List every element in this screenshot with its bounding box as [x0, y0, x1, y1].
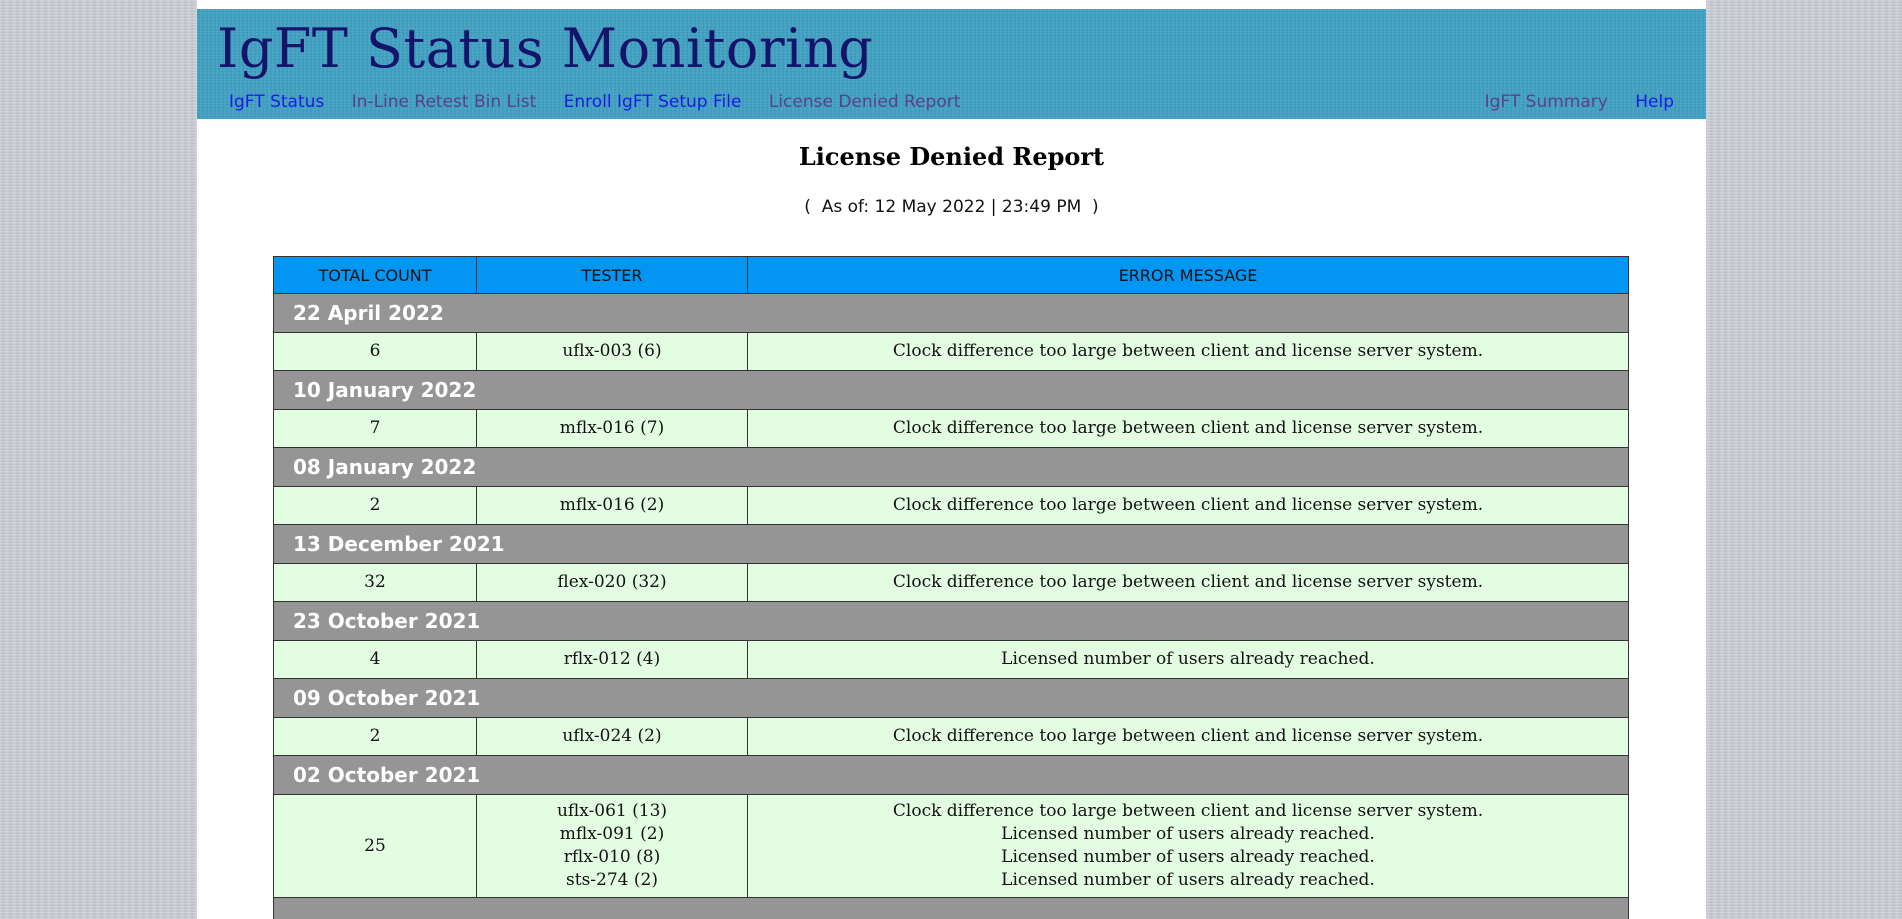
tester-entry: uflx-061 (13): [556, 801, 668, 821]
date-group-label: 13 December 2021: [273, 524, 1629, 564]
tester-entry: mflx-016 (2): [559, 495, 665, 515]
error-message-entry: Clock difference too large between clien…: [892, 495, 1484, 515]
date-group-row: 08 January 2022: [273, 447, 1629, 487]
table-row: 25 uflx-061 (13) mflx-091 (2) rflx-010 (8) s…: [273, 794, 1629, 898]
error-message-entry: Clock difference too large between clien…: [892, 801, 1484, 821]
table-row: 4 rflx-012 (4) Licensed number of users al…: [273, 640, 1629, 679]
column-header-total-count: TOTAL COUNT: [273, 256, 477, 294]
total-count-cell: 2: [273, 486, 477, 525]
as-of-timestamp: ( As of: 12 May 2022 | 23:49 PM ): [804, 197, 1099, 217]
tester-cell: uflx-003 (6): [476, 332, 748, 371]
tester-entry: flex-020 (32): [557, 572, 667, 592]
nav-link-igft-summary[interactable]: IgFT Summary: [1485, 92, 1608, 112]
column-header-tester: TESTER: [476, 256, 748, 294]
tester-entry: uflx-003 (6): [562, 341, 662, 361]
date-group-row: 23 October 2021: [273, 601, 1629, 641]
date-group-row: 13 December 2021: [273, 524, 1629, 564]
table-row: 2 uflx-024 (2) Clock difference too large …: [273, 717, 1629, 756]
error-message-cell: Licensed number of users already reached…: [747, 640, 1629, 679]
tester-entry: mflx-091 (2): [559, 824, 665, 844]
date-group-row: 22 April 2022: [273, 293, 1629, 333]
nav-link-help[interactable]: Help: [1635, 92, 1674, 112]
tester-cell: mflx-016 (7): [476, 409, 748, 448]
tester-cell: mflx-016 (2): [476, 486, 748, 525]
table-row: 6 uflx-003 (6) Clock difference too large …: [273, 332, 1629, 371]
total-count-cell: 32: [273, 563, 477, 602]
table-row: 2 mflx-016 (2) Clock difference too large …: [273, 486, 1629, 525]
error-message-entry: Licensed number of users already reached…: [1001, 649, 1375, 669]
header-banner: IgFT Status Monitoring IgFT Status In-Li…: [197, 9, 1706, 119]
error-message-cell: Clock difference too large between clien…: [747, 794, 1629, 898]
tester-cell: flex-020 (32): [476, 563, 748, 602]
error-message-entry: Clock difference too large between clien…: [892, 572, 1484, 592]
date-group-row: 10 January 2022: [273, 370, 1629, 410]
tester-entry: sts-274 (2): [566, 870, 658, 890]
error-message-entry: Licensed number of users already reached…: [1001, 870, 1375, 890]
nav-link-license-denied-report[interactable]: License Denied Report: [769, 92, 961, 112]
error-message-entry: Clock difference too large between clien…: [892, 726, 1484, 746]
tester-entry: rflx-010 (8): [563, 847, 661, 867]
total-count-cell: 7: [273, 409, 477, 448]
date-group-label: 02 October 2021: [273, 755, 1629, 795]
date-group-label: 23 October 2021: [273, 601, 1629, 641]
date-group-label: [273, 897, 1629, 919]
error-message-cell: Clock difference too large between clien…: [747, 717, 1629, 756]
tester-entry: rflx-012 (4): [563, 649, 661, 669]
error-message-cell: Clock difference too large between clien…: [747, 332, 1629, 371]
total-count-cell: 4: [273, 640, 477, 679]
main-nav: IgFT Status In-Line Retest Bin List Enro…: [229, 91, 982, 113]
date-group-label: 08 January 2022: [273, 447, 1629, 487]
tester-cell: rflx-012 (4): [476, 640, 748, 679]
nav-link-igft-status[interactable]: IgFT Status: [229, 92, 324, 112]
report-title: License Denied Report: [798, 142, 1105, 171]
total-count-cell: 6: [273, 332, 477, 371]
date-group-label: 09 October 2021: [273, 678, 1629, 718]
date-group-label: 10 January 2022: [273, 370, 1629, 410]
date-group-label: 22 April 2022: [273, 293, 1629, 333]
date-group-row: 02 October 2021: [273, 755, 1629, 795]
site-title: IgFT Status Monitoring: [217, 17, 874, 80]
table-body: 22 April 2022 6 uflx-003 (6) Clock differen…: [273, 293, 1629, 919]
total-count-cell: 25: [273, 794, 477, 898]
column-header-error-message: ERROR MESSAGE: [747, 256, 1629, 294]
total-count-cell: 2: [273, 717, 477, 756]
nav-link-enroll-igft-setup-file[interactable]: Enroll IgFT Setup File: [564, 92, 742, 112]
error-message-cell: Clock difference too large between clien…: [747, 409, 1629, 448]
table-row: 32 flex-020 (32) Clock difference too larg…: [273, 563, 1629, 602]
table-row: 7 mflx-016 (7) Clock difference too large …: [273, 409, 1629, 448]
error-message-entry: Licensed number of users already reached…: [1001, 824, 1375, 844]
secondary-nav: IgFT Summary Help: [1463, 91, 1674, 113]
error-message-entry: Clock difference too large between clien…: [892, 341, 1484, 361]
page-container: IgFT Status Monitoring IgFT Status In-Li…: [197, 0, 1706, 919]
tester-cell: uflx-061 (13) mflx-091 (2) rflx-010 (8) sts…: [476, 794, 748, 898]
tester-cell: uflx-024 (2): [476, 717, 748, 756]
date-group-row: 09 October 2021: [273, 678, 1629, 718]
nav-link-inline-retest-bin-list[interactable]: In-Line Retest Bin List: [352, 92, 537, 112]
error-message-entry: Clock difference too large between clien…: [892, 418, 1484, 438]
license-denied-table: TOTAL COUNT TESTER ERROR MESSAGE 22 Apri…: [273, 256, 1629, 919]
tester-entry: mflx-016 (7): [559, 418, 665, 438]
error-message-cell: Clock difference too large between clien…: [747, 486, 1629, 525]
table-header-row: TOTAL COUNT TESTER ERROR MESSAGE: [273, 256, 1629, 294]
tester-entry: uflx-024 (2): [562, 726, 662, 746]
error-message-entry: Licensed number of users already reached…: [1001, 847, 1375, 867]
date-group-row: [273, 897, 1629, 919]
error-message-cell: Clock difference too large between clien…: [747, 563, 1629, 602]
